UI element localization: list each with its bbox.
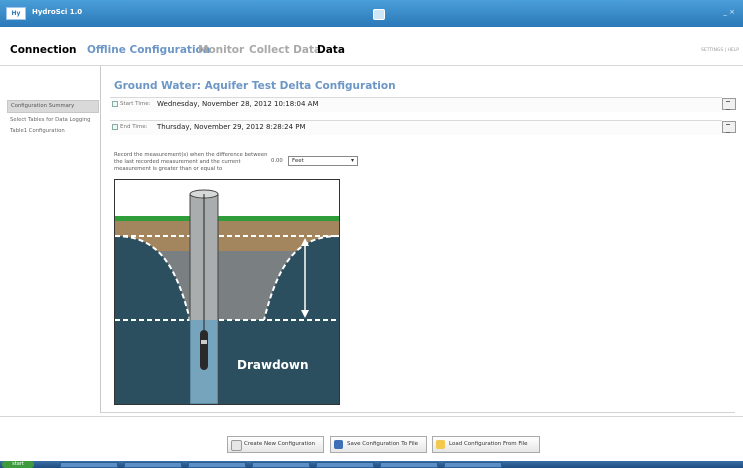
app-logo: Hy <box>6 7 26 20</box>
sidebar-item-table1-configuration[interactable]: Table1 Configuration <box>7 126 99 137</box>
taskbar-item[interactable] <box>380 462 438 468</box>
taskbar-item[interactable] <box>124 462 182 468</box>
save-icon <box>334 440 343 449</box>
difference-input[interactable]: 0.00 <box>271 158 283 164</box>
load-configuration-button[interactable]: Load Configuration From File <box>432 436 540 453</box>
tab-collect-data[interactable]: Collect Data <box>249 44 321 56</box>
create-new-configuration-label: Create New Configuration <box>244 441 316 447</box>
drawdown-illustration: Drawdown <box>114 179 340 405</box>
record-condition-text: Record the measurement(s) when the diffe… <box>114 152 268 172</box>
taskbar-item[interactable] <box>316 462 374 468</box>
end-time-label: End Time: <box>120 124 148 130</box>
start-time-spinner[interactable] <box>722 98 736 110</box>
save-configuration-label: Save Configuration To File <box>347 441 419 447</box>
page-title: Ground Water: Aquifer Test Delta Configu… <box>114 80 396 92</box>
end-time-spinner[interactable] <box>722 121 736 133</box>
create-new-configuration-button[interactable]: Create New Configuration <box>227 436 324 453</box>
open-folder-icon <box>436 440 445 449</box>
save-configuration-button[interactable]: Save Configuration To File <box>330 436 427 453</box>
main-navigation: Connection Offline Configuration Monitor… <box>0 27 743 66</box>
load-configuration-label: Load Configuration From File <box>449 441 528 447</box>
taskbar-item[interactable] <box>188 462 246 468</box>
start-time-row: Start Time: Wednesday, November 28, 2012… <box>110 97 722 112</box>
end-time-row: End Time: Thursday, November 29, 2012 8:… <box>110 120 722 135</box>
start-time-value[interactable]: Wednesday, November 28, 2012 10:18:04 AM <box>157 100 319 108</box>
footer-divider <box>0 416 743 417</box>
end-time-value[interactable]: Thursday, November 29, 2012 8:28:24 PM <box>157 123 306 131</box>
tab-offline-configuration[interactable]: Offline Configuration <box>87 44 210 56</box>
sidebar-item-configuration-summary[interactable]: Configuration Summary <box>7 100 99 113</box>
config-sidebar: Configuration Summary Select Tables for … <box>7 100 99 137</box>
taskbar-item[interactable] <box>252 462 310 468</box>
tab-data[interactable]: Data <box>317 44 345 56</box>
tab-connection[interactable]: Connection <box>10 44 77 56</box>
window-controls[interactable]: _ × <box>723 8 735 16</box>
app-center-icon <box>373 9 385 20</box>
unit-select[interactable]: Feet <box>288 156 358 166</box>
start-time-checkbox[interactable] <box>112 101 118 107</box>
start-time-label: Start Time: <box>120 101 151 107</box>
new-config-icon <box>231 440 242 451</box>
drawdown-label: Drawdown <box>237 358 309 372</box>
taskbar-item[interactable] <box>60 462 118 468</box>
end-time-checkbox[interactable] <box>112 124 118 130</box>
title-bar: Hy HydroSci 1.0 _ × <box>0 0 743 27</box>
app-title: HydroSci 1.0 <box>32 8 83 16</box>
settings-help-links[interactable]: SETTINGS | HELP <box>701 48 739 53</box>
sidebar-item-select-tables[interactable]: Select Tables for Data Logging <box>7 115 99 126</box>
start-button[interactable]: start <box>2 461 34 468</box>
taskbar-item[interactable] <box>444 462 502 468</box>
tab-monitor[interactable]: Monitor <box>198 44 244 56</box>
